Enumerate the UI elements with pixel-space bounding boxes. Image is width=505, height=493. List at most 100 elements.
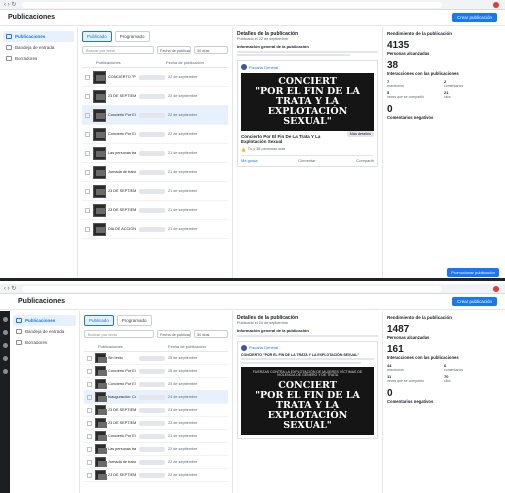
row-checkbox[interactable] bbox=[87, 433, 92, 439]
table-row[interactable]: Inauguración: Concierto 24 de septiembre bbox=[84, 391, 228, 404]
table-row[interactable]: Concierto Por El Fin D 22 de septiembre bbox=[82, 125, 228, 144]
table-row[interactable]: CONCIERTO "POR EL FI 22 de septiembre bbox=[82, 68, 228, 87]
screenshot-bottom: ‹ › ↻ Publicaciones Crear publicación Pu… bbox=[0, 284, 505, 493]
sidebar-item-inbox[interactable]: Bandeja de entrada bbox=[13, 326, 76, 337]
search-input[interactable]: Buscar por texto bbox=[84, 330, 154, 338]
sidebar-item-drafts[interactable]: Borradores bbox=[3, 53, 74, 64]
row-checkbox[interactable] bbox=[87, 355, 92, 361]
menu-icon[interactable] bbox=[2, 369, 8, 374]
table-row[interactable]: Concierto Por El Fin D 23 de septiembre bbox=[84, 430, 228, 443]
profile-icon[interactable] bbox=[493, 286, 499, 292]
share-button[interactable]: Compartir bbox=[356, 158, 374, 163]
row-checkbox[interactable] bbox=[87, 381, 92, 387]
row-checkbox[interactable] bbox=[85, 169, 90, 175]
performance-panel: Rendimiento de la publicación 4135 Perso… bbox=[383, 27, 505, 281]
row-caption: Jornada de trabajo de bbox=[108, 170, 136, 174]
browser-toolbar: ‹ › ↻ bbox=[0, 0, 505, 10]
sidebar-item-inbox[interactable]: Bandeja de entrada bbox=[3, 42, 74, 53]
row-checkbox[interactable] bbox=[87, 420, 92, 426]
profile-icon[interactable] bbox=[493, 2, 499, 8]
app-header: Publicaciones Crear publicación bbox=[0, 10, 505, 26]
tab-scheduled[interactable]: Programado bbox=[114, 31, 150, 42]
bell-icon[interactable] bbox=[2, 330, 8, 335]
post-detail-panel: Detalles de la publicación Publicado el … bbox=[233, 27, 383, 281]
row-checkbox[interactable] bbox=[87, 459, 92, 465]
table-row[interactable]: Concierto Por El Fin D 25 de septiembre bbox=[84, 378, 228, 391]
row-checkbox[interactable] bbox=[85, 93, 90, 99]
table-row[interactable]: Las personas tratantes 21 de septiembre bbox=[82, 144, 228, 163]
like-button[interactable]: Me gusta bbox=[241, 158, 257, 163]
filter-select[interactable]: Fecha de publicación bbox=[157, 330, 191, 338]
row-checkbox[interactable] bbox=[85, 112, 90, 118]
row-date: 23 de septiembre bbox=[168, 421, 198, 425]
row-date: 21 de septiembre bbox=[168, 189, 198, 193]
row-date: 22 de septiembre bbox=[168, 460, 198, 464]
row-checkbox[interactable] bbox=[85, 207, 90, 213]
table-row[interactable]: Jornada de trabajo de 22 de septiembre bbox=[84, 456, 228, 469]
row-checkbox[interactable] bbox=[87, 394, 92, 400]
row-checkbox[interactable] bbox=[87, 446, 92, 452]
sidebar-item-publicaciones[interactable]: Publicaciones bbox=[13, 315, 76, 326]
row-status bbox=[139, 207, 165, 213]
tab-published[interactable]: Publicado bbox=[84, 315, 114, 326]
back-icon[interactable]: ‹ › ↻ bbox=[4, 2, 16, 8]
date-filter-select[interactable]: 30 días bbox=[194, 46, 228, 54]
back-icon[interactable]: ‹ › ↻ bbox=[4, 286, 16, 292]
row-caption: Concierto Por El Fin D bbox=[108, 132, 136, 136]
address-bar[interactable] bbox=[22, 286, 442, 292]
sidebar: Publicaciones Bandeja de entrada Borrado… bbox=[10, 311, 80, 493]
tab-published[interactable]: Publicado bbox=[82, 31, 112, 42]
table-row[interactable]: Sin texto 25 de septiembre bbox=[84, 352, 228, 365]
chart-icon[interactable] bbox=[2, 356, 8, 361]
row-checkbox[interactable] bbox=[87, 472, 92, 478]
create-post-button[interactable]: Crear publicación bbox=[451, 13, 497, 22]
table-row[interactable]: DÍA DE ACCIÓN CONTRA 21 de septiembre bbox=[82, 220, 228, 239]
sidebar-item-publicaciones[interactable]: Publicaciones bbox=[3, 31, 74, 42]
home-icon[interactable] bbox=[2, 317, 8, 322]
row-checkbox[interactable] bbox=[85, 150, 90, 156]
table-row[interactable]: 23 DE SEPTIEMBRE DÍA 23 de septiembre bbox=[84, 417, 228, 430]
posts-icon bbox=[6, 34, 12, 39]
address-bar[interactable] bbox=[22, 2, 442, 8]
post-thumbnail bbox=[93, 146, 106, 160]
comment-button[interactable]: Comentar bbox=[298, 158, 316, 163]
create-post-button[interactable]: Crear publicación bbox=[451, 297, 497, 306]
chat-icon[interactable] bbox=[2, 343, 8, 348]
row-checkbox[interactable] bbox=[85, 226, 90, 232]
row-checkbox[interactable] bbox=[85, 74, 90, 80]
search-input[interactable]: Buscar por texto bbox=[82, 46, 154, 54]
row-status bbox=[139, 420, 165, 426]
filter-select[interactable]: Fecha de publicación bbox=[157, 46, 191, 54]
post-thumbnail bbox=[93, 108, 106, 122]
sidebar-item-drafts[interactable]: Borradores bbox=[13, 337, 76, 348]
table-row[interactable]: Jornada de trabajo de 21 de septiembre bbox=[82, 163, 228, 182]
table-row[interactable]: 23 DE SEPTIEMBRE DÍA 21 de septiembre bbox=[82, 182, 228, 201]
row-checkbox[interactable] bbox=[87, 368, 92, 374]
table-row[interactable]: 23 DE SEPTIEMBRE DÍA 22 de septiembre bbox=[82, 87, 228, 106]
row-checkbox[interactable] bbox=[85, 188, 90, 194]
post-thumbnail bbox=[95, 405, 107, 415]
row-checkbox[interactable] bbox=[85, 131, 90, 137]
boost-post-button[interactable]: Promocionar publicación bbox=[447, 268, 499, 277]
table-row[interactable]: Concierto Por El Fin De 22 de septiembre bbox=[82, 106, 228, 125]
date-filter-select[interactable]: 30 días bbox=[194, 330, 228, 338]
table-row[interactable]: 23 DE SEPTIEMBRE DÍA 22 de septiembre bbox=[84, 469, 228, 482]
table-row[interactable]: 23 DE SEPTIEMBRE DÍA 23 de septiembre bbox=[84, 404, 228, 417]
row-date: 21 de septiembre bbox=[168, 170, 198, 174]
table-row[interactable]: Concierto Por El Fin 25 de septiembre bbox=[84, 365, 228, 378]
post-author[interactable]: Fiscalía General bbox=[249, 65, 278, 70]
post-author[interactable]: Fiscalía General bbox=[249, 345, 278, 350]
more-details-button[interactable]: Más detalles bbox=[346, 130, 374, 137]
row-checkbox[interactable] bbox=[87, 407, 92, 413]
post-thumbnail bbox=[93, 89, 106, 103]
inbox-icon bbox=[6, 45, 12, 50]
row-date: 24 de septiembre bbox=[168, 395, 198, 399]
table-row[interactable]: Las personas tratantes 22 de septiembre bbox=[84, 443, 228, 456]
row-caption: 23 DE SEPTIEMBRE DÍA bbox=[108, 421, 136, 425]
row-caption: 23 DE SEPTIEMBRE DÍA bbox=[108, 473, 136, 477]
tab-scheduled[interactable]: Programado bbox=[116, 315, 152, 326]
row-date: 23 de septiembre bbox=[168, 408, 198, 412]
post-thumbnail bbox=[93, 203, 106, 217]
table-row[interactable]: 23 DE SEPTIEMBRE DÍA 21 de septiembre bbox=[82, 201, 228, 220]
row-date: 22 de septiembre bbox=[168, 94, 198, 98]
